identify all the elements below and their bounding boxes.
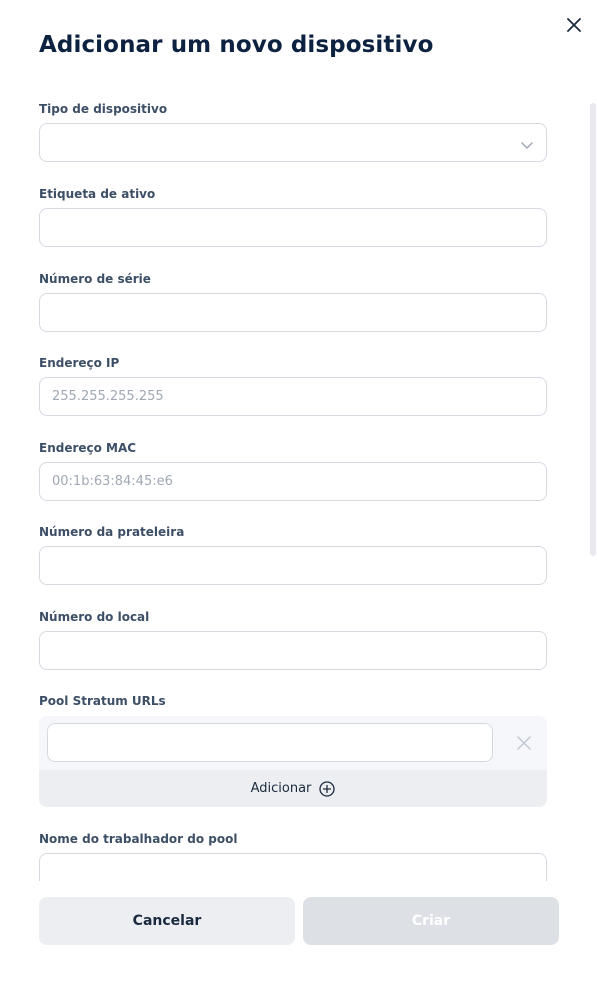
location-number-input[interactable] xyxy=(39,631,547,670)
shelf-number-label: Número da prateleira xyxy=(39,525,185,539)
device-type-label: Tipo de dispositivo xyxy=(39,102,168,116)
asset-tag-field: Etiqueta de ativo xyxy=(39,187,547,247)
mac-address-field: Endereço MAC xyxy=(39,441,547,501)
pool-url-row xyxy=(39,716,547,770)
serial-number-input[interactable] xyxy=(39,293,547,332)
ip-address-label: Endereço IP xyxy=(39,356,120,370)
shelf-number-field: Número da prateleira xyxy=(39,525,547,585)
asset-tag-input[interactable] xyxy=(39,208,547,247)
pool-worker-label: Nome do trabalhador do pool xyxy=(39,832,238,846)
mac-address-label: Endereço MAC xyxy=(39,441,137,455)
ip-address-input[interactable] xyxy=(39,377,547,416)
add-device-dialog: Adicionar um novo dispositivo Tipo de di… xyxy=(0,0,597,984)
location-number-label: Número do local xyxy=(39,610,150,624)
close-icon xyxy=(567,18,581,32)
device-type-select-wrap xyxy=(39,123,547,162)
cancel-button[interactable]: Cancelar xyxy=(39,897,295,945)
pool-urls-field: Pool Stratum URLs Adicionar xyxy=(39,694,547,807)
pool-url-input[interactable] xyxy=(47,723,493,762)
add-pool-url-button[interactable]: Adicionar xyxy=(39,770,547,807)
pool-urls-label: Pool Stratum URLs xyxy=(39,694,166,708)
shelf-number-input[interactable] xyxy=(39,546,547,585)
serial-number-field: Número de série xyxy=(39,272,547,332)
pool-worker-field: Nome do trabalhador do pool xyxy=(39,832,547,881)
pool-urls-list: Adicionar xyxy=(39,716,547,807)
device-type-select[interactable] xyxy=(39,123,547,162)
ip-address-field: Endereço IP xyxy=(39,356,547,416)
chevron-down-icon xyxy=(521,142,533,149)
remove-url-icon[interactable] xyxy=(516,735,532,751)
create-button[interactable]: Criar xyxy=(303,897,559,945)
dialog-title: Adicionar um novo dispositivo xyxy=(39,32,434,58)
plus-circle-icon xyxy=(319,780,336,797)
asset-tag-label: Etiqueta de ativo xyxy=(39,187,156,201)
device-type-field: Tipo de dispositivo xyxy=(39,102,547,162)
location-number-field: Número do local xyxy=(39,610,547,670)
form-scroll-area: Tipo de dispositivo Etiqueta de ativo Nú… xyxy=(0,88,597,881)
dialog-footer: Cancelar Criar xyxy=(0,881,597,984)
pool-worker-input[interactable] xyxy=(39,853,547,881)
close-button[interactable] xyxy=(562,13,586,37)
mac-address-input[interactable] xyxy=(39,462,547,501)
serial-number-label: Número de série xyxy=(39,272,151,286)
add-pool-url-label: Adicionar xyxy=(250,781,312,796)
